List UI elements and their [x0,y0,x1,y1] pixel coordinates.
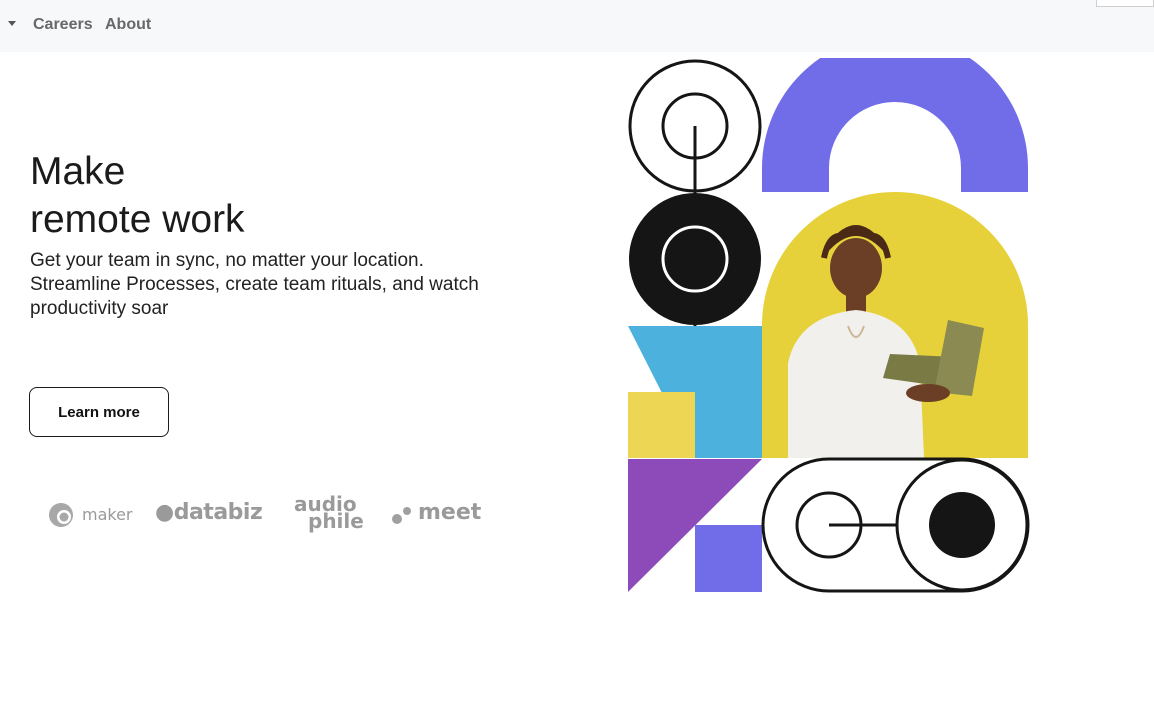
black-circle-icon [629,193,761,325]
meet-logo-text: meet [418,500,482,525]
person-photo [762,192,1028,458]
hero-title: Make remote work [30,148,245,244]
hero-subtitle: Get your team in sync, no matter your lo… [30,250,479,319]
hero-title-line-2: remote work [30,198,245,241]
client-logos: maker ●databiz audio phile meet [48,494,498,536]
hero-illustration [628,58,1030,593]
databiz-logo-text: databiz [173,500,263,525]
maker-icon [49,503,73,527]
meet-dots-icon [392,507,411,524]
nav-link-careers[interactable]: Careers [33,16,93,34]
purple-arch-shape [762,58,1028,192]
databiz-logo: ●databiz [155,500,263,525]
top-navbar: Careers About [0,0,1154,52]
hero-title-line-1: Make [30,150,126,193]
mustard-square-shape [628,392,695,458]
purple-square-shape [695,525,762,592]
nav-link-about[interactable]: About [105,16,151,34]
learn-more-button[interactable]: Learn more [29,387,169,437]
corner-widget [1096,0,1154,7]
toggle-pill-icon [761,457,1030,593]
maker-logo-text: maker [82,505,133,524]
databiz-dot-icon: ● [155,500,174,525]
chevron-down-icon[interactable] [8,21,16,26]
audiophile-logo: audio phile [294,494,374,531]
